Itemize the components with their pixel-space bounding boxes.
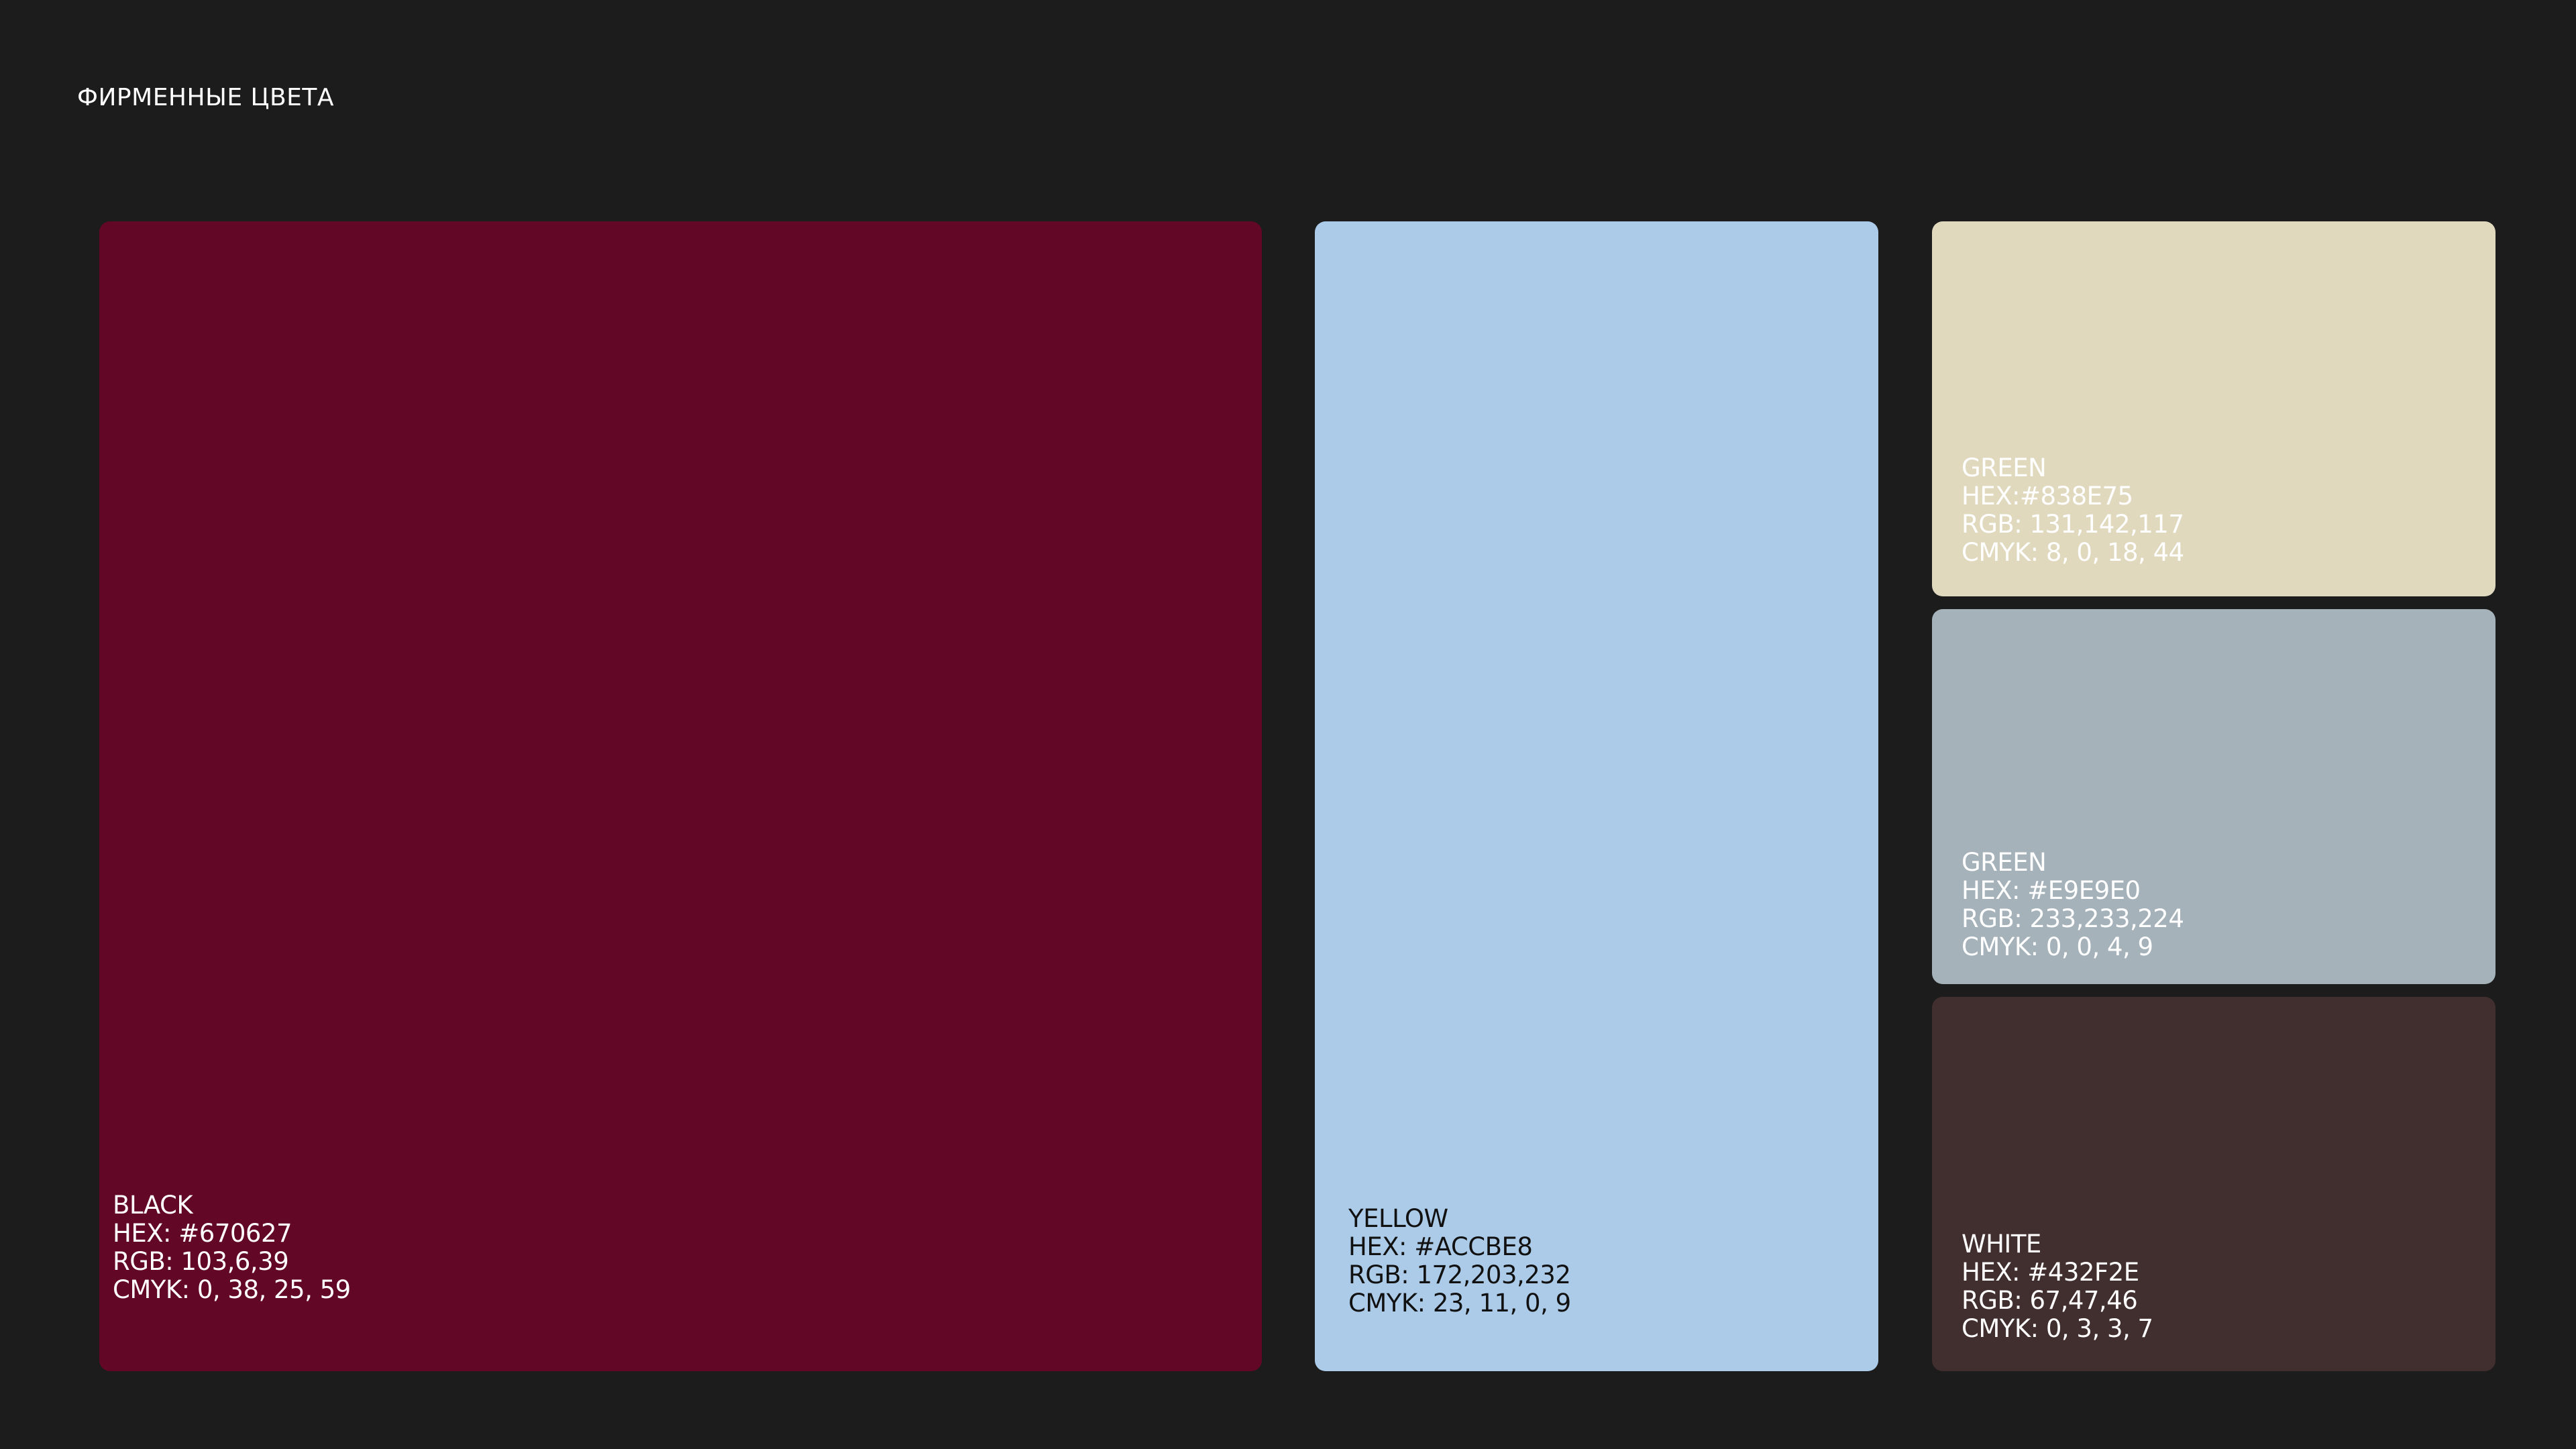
swatch-name: YELLOW bbox=[1348, 1204, 1448, 1233]
swatch-cmyk: CMYK: 0, 0, 4, 9 bbox=[1962, 932, 2153, 961]
swatch-hex: HEX: #670627 bbox=[113, 1219, 292, 1248]
swatch-name: WHITE bbox=[1962, 1230, 2041, 1258]
swatch-info: GREEN HEX: #E9E9E0 RGB: 233,233,224 CMYK… bbox=[1962, 849, 2184, 961]
swatch-name: GREEN bbox=[1962, 453, 2047, 482]
color-swatch-green-2: GREEN HEX: #E9E9E0 RGB: 233,233,224 CMYK… bbox=[1932, 609, 2496, 984]
swatch-rgb: RGB: 172,203,232 bbox=[1348, 1260, 1571, 1289]
swatch-info: YELLOW HEX: #ACCBE8 RGB: 172,203,232 CMY… bbox=[1348, 1205, 1571, 1318]
swatch-name: GREEN bbox=[1962, 848, 2047, 877]
swatch-info: WHITE HEX: #432F2E RGB: 67,47,46 CMYK: 0… bbox=[1962, 1230, 2153, 1343]
swatch-rgb: RGB: 233,233,224 bbox=[1962, 904, 2184, 933]
swatch-cmyk: CMYK: 0, 38, 25, 59 bbox=[113, 1275, 351, 1304]
swatch-hex: HEX: #E9E9E0 bbox=[1962, 876, 2141, 905]
swatch-cmyk: CMYK: 23, 11, 0, 9 bbox=[1348, 1289, 1571, 1318]
swatch-cmyk: CMYK: 8, 0, 18, 44 bbox=[1962, 538, 2184, 567]
brand-colors-page: ФИРМЕННЫЕ ЦВЕТА BLACK HEX: #670627 RGB: … bbox=[0, 0, 2576, 1449]
swatch-rgb: RGB: 103,6,39 bbox=[113, 1247, 289, 1276]
swatch-info: GREEN HEX:#838E75 RGB: 131,142,117 CMYK:… bbox=[1962, 454, 2184, 567]
swatch-info: BLACK HEX: #670627 RGB: 103,6,39 CMYK: 0… bbox=[113, 1191, 351, 1304]
swatch-hex: HEX:#838E75 bbox=[1962, 482, 2133, 511]
swatch-rgb: RGB: 131,142,117 bbox=[1962, 510, 2184, 539]
swatch-rgb: RGB: 67,47,46 bbox=[1962, 1286, 2138, 1315]
swatch-cmyk: CMYK: 0, 3, 3, 7 bbox=[1962, 1314, 2153, 1343]
color-swatch-black: BLACK HEX: #670627 RGB: 103,6,39 CMYK: 0… bbox=[99, 221, 1262, 1371]
swatch-hex: HEX: #432F2E bbox=[1962, 1258, 2139, 1287]
color-swatch-green-1: GREEN HEX:#838E75 RGB: 131,142,117 CMYK:… bbox=[1932, 221, 2496, 596]
swatch-name: BLACK bbox=[113, 1191, 193, 1220]
color-swatch-white: WHITE HEX: #432F2E RGB: 67,47,46 CMYK: 0… bbox=[1932, 997, 2496, 1371]
swatch-hex: HEX: #ACCBE8 bbox=[1348, 1232, 1533, 1261]
page-title: ФИРМЕННЫЕ ЦВЕТА bbox=[77, 84, 335, 111]
color-swatch-yellow: YELLOW HEX: #ACCBE8 RGB: 172,203,232 CMY… bbox=[1315, 221, 1878, 1371]
